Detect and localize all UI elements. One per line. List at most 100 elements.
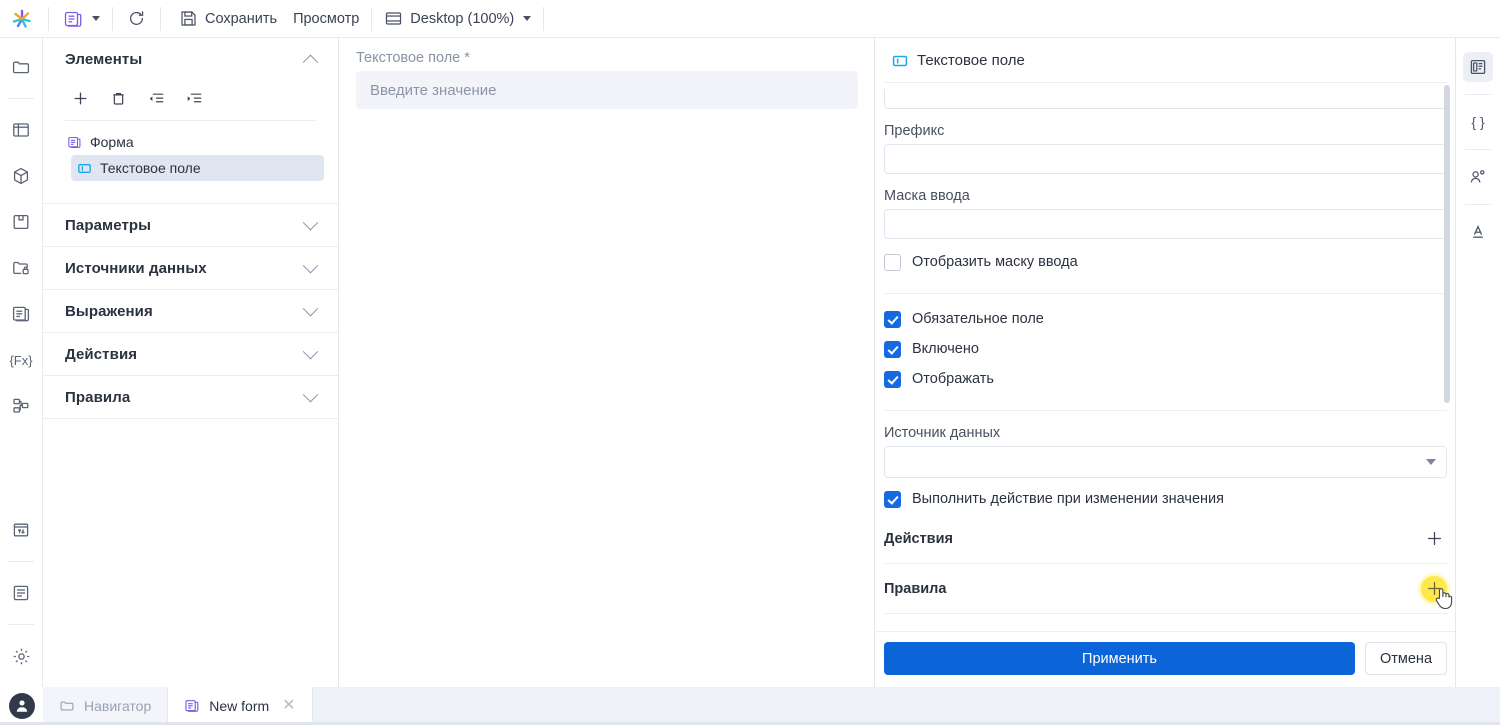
refresh-icon <box>127 9 146 28</box>
rail-separator-2 <box>8 561 34 562</box>
enabled-checkbox[interactable] <box>884 340 901 358</box>
delete-element-button[interactable] <box>105 86 131 110</box>
add-element-button[interactable] <box>67 86 93 110</box>
accordion-title-parameters: Параметры <box>65 216 152 234</box>
accordion-title-actions: Действия <box>65 345 138 363</box>
rail-item-modules[interactable] <box>6 207 36 237</box>
app-logo[interactable] <box>0 0 44 38</box>
form-type-button[interactable] <box>53 4 108 34</box>
viewport-selector[interactable]: Desktop (100%) <box>376 4 539 34</box>
preview-button[interactable]: Просмотр <box>285 4 367 34</box>
add-rule-button[interactable] <box>1421 575 1453 609</box>
properties-panel: Текстовое поле Префикс Маска ввода Отобр… <box>876 38 1456 687</box>
input-mask-label: Маска ввода <box>884 188 970 204</box>
accordion-header-elements[interactable]: Элементы <box>43 38 338 80</box>
bottom-bar: Навигатор New form ✕ <box>0 687 1500 725</box>
section-divider-6 <box>43 418 338 419</box>
rail-item-workflow[interactable] <box>6 391 36 421</box>
properties-scrollbar-thumb[interactable] <box>1444 85 1450 403</box>
accordion-title-datasources: Источники данных <box>65 259 207 277</box>
close-icon[interactable]: ✕ <box>282 698 295 714</box>
canvas-text-input[interactable]: Введите значение <box>356 71 858 109</box>
rail-item-objects[interactable] <box>6 161 36 191</box>
right-rail-separator-3 <box>1465 204 1491 205</box>
on-change-checkbox[interactable] <box>884 490 901 508</box>
properties-scrollbar-track[interactable] <box>1444 83 1453 631</box>
plus-icon <box>1427 582 1441 595</box>
form-document-icon <box>12 306 30 322</box>
chevron-down-icon <box>92 16 100 21</box>
folder-icon <box>12 61 30 74</box>
properties-footer: Применить Отмена <box>876 631 1455 687</box>
right-rail-item-permissions[interactable] <box>1463 162 1493 192</box>
prefix-input[interactable] <box>884 144 1447 174</box>
rules-section-row: Правила <box>884 564 1453 614</box>
fx-expression-icon: {Fx} <box>9 352 33 368</box>
on-change-label: Выполнить действие при изменении значени… <box>912 491 1225 507</box>
rail-item-forms[interactable] <box>6 299 36 329</box>
rail-item-import-export[interactable] <box>6 515 36 545</box>
accordion-body-elements: Форма Текстовое поле <box>43 80 338 181</box>
chevron-down-icon <box>302 214 319 230</box>
indent-element-button[interactable] <box>181 86 207 110</box>
bottom-tab-label: Навигатор <box>84 698 152 714</box>
actions-section-title: Действия <box>884 530 953 547</box>
outdent-element-button[interactable] <box>143 86 169 110</box>
tree-item-text-field[interactable]: Текстовое поле <box>71 155 324 181</box>
rail-item-secure-folder[interactable] <box>6 253 36 283</box>
show-input-mask-checkbox[interactable] <box>884 253 901 271</box>
text-field-icon <box>78 163 91 173</box>
visible-checkbox-row[interactable]: Отображать <box>884 364 1447 394</box>
required-label: Обязательное поле <box>912 311 1044 327</box>
accordion-header-actions[interactable]: Действия <box>43 333 338 375</box>
bottom-tab-navigator[interactable]: Навигатор <box>43 687 169 725</box>
bottom-tab-new-form[interactable]: New form ✕ <box>168 687 313 725</box>
rail-item-layout[interactable] <box>6 115 36 145</box>
rail-item-logs[interactable] <box>6 578 36 608</box>
on-change-checkbox-row[interactable]: Выполнить действие при изменении значени… <box>884 484 1447 514</box>
rail-item-expressions[interactable]: {Fx} <box>6 345 36 375</box>
save-module-icon <box>13 214 29 230</box>
required-checkbox[interactable] <box>884 310 901 328</box>
preview-label: Просмотр <box>293 10 360 27</box>
input-mask-input[interactable] <box>884 209 1447 239</box>
layout-panel-icon <box>13 123 29 137</box>
visible-label: Отображать <box>912 371 994 387</box>
save-button[interactable]: Сохранить <box>171 4 285 34</box>
rail-item-settings[interactable] <box>6 641 36 671</box>
rail-separator-1 <box>8 98 34 99</box>
accordion-header-rules[interactable]: Правила <box>43 376 338 418</box>
tree-divider <box>65 120 316 121</box>
bottom-bar-filler <box>312 687 1500 725</box>
right-rail-item-json[interactable]: { } <box>1463 107 1493 137</box>
toolbar-divider-3 <box>160 6 161 31</box>
right-icon-rail: { } <box>1456 38 1500 687</box>
properties-divider-1 <box>884 293 1447 294</box>
tree-item-label: Текстовое поле <box>100 160 201 176</box>
apply-button[interactable]: Применить <box>884 642 1355 675</box>
properties-top-input[interactable] <box>884 89 1447 109</box>
bottom-tab-label: New form <box>209 698 270 714</box>
refresh-button[interactable] <box>117 4 156 34</box>
enabled-checkbox-row[interactable]: Включено <box>884 334 1447 364</box>
avatar[interactable] <box>8 693 35 719</box>
text-field-icon <box>892 55 908 66</box>
right-rail-item-properties[interactable] <box>1463 52 1493 82</box>
accordion-header-datasources[interactable]: Источники данных <box>43 247 338 289</box>
accordion-title-rules: Правила <box>65 388 131 406</box>
visible-checkbox[interactable] <box>884 370 901 388</box>
tree-item-form[interactable]: Форма <box>57 129 324 155</box>
accordion-header-parameters[interactable]: Параметры <box>43 204 338 246</box>
cancel-button[interactable]: Отмена <box>1365 642 1447 675</box>
accordion-header-expressions[interactable]: Выражения <box>43 290 338 332</box>
show-input-mask-checkbox-row[interactable]: Отобразить маску ввода <box>884 247 1447 277</box>
right-rail-item-typography[interactable] <box>1463 217 1493 247</box>
rail-item-folder[interactable] <box>6 52 36 82</box>
datasource-select[interactable] <box>884 446 1447 478</box>
required-checkbox-row[interactable]: Обязательное поле <box>884 304 1447 334</box>
json-braces-icon: { } <box>1471 114 1485 130</box>
canvas-input-placeholder: Введите значение <box>370 81 497 99</box>
toolbar-divider-5 <box>543 6 545 31</box>
properties-panel-icon <box>1470 59 1486 75</box>
add-action-button[interactable] <box>1421 526 1447 552</box>
